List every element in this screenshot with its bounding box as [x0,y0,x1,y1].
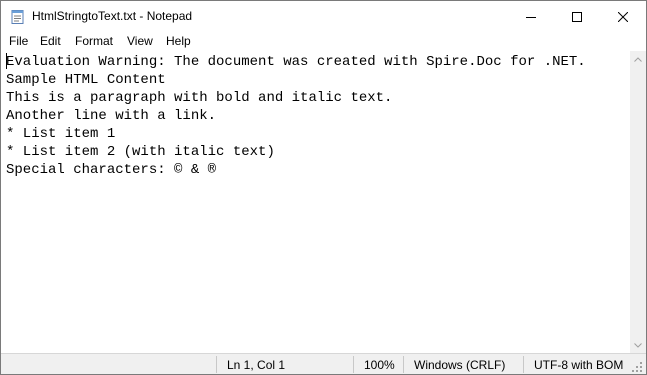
file-encoding: UTF-8 with BOM [534,358,624,372]
status-separator [353,356,354,373]
window-title: HtmlStringtoText.txt - Notepad [32,9,193,23]
scroll-down-button[interactable] [630,337,646,353]
editor-line: Another line with a link. [6,108,217,124]
editor-line: Evaluation Warning: The document was cre… [6,54,586,70]
chevron-up-icon [634,56,642,62]
text-caret [6,53,7,69]
editor-line: * List item 1 [6,126,116,142]
chevron-down-icon [634,342,642,348]
editor-line: This is a paragraph with bold and italic… [6,90,393,106]
menu-edit[interactable]: Edit [40,34,61,48]
editor-line: Special characters: © & ® [6,162,217,178]
cursor-position: Ln 1, Col 1 [227,358,286,372]
menu-help[interactable]: Help [166,34,191,48]
notepad-window: HtmlStringtoText.txt - Notepad File Edit… [0,0,647,375]
status-bar: Ln 1, Col 1 100% Windows (CRLF) UTF-8 wi… [1,353,646,374]
maximize-button[interactable] [554,1,600,32]
status-separator [523,356,524,373]
minimize-button[interactable] [508,1,554,32]
editor-line: Sample HTML Content [6,72,166,88]
vertical-scrollbar[interactable] [630,51,646,353]
scroll-up-button[interactable] [630,51,646,67]
close-button[interactable] [600,1,646,32]
close-icon [618,11,628,22]
status-separator [403,356,404,373]
editor-line: * List item 2 (with italic text) [6,144,275,160]
text-editor[interactable]: Evaluation Warning: The document was cre… [1,51,630,353]
resize-grip-icon[interactable] [631,360,643,372]
title-bar[interactable]: HtmlStringtoText.txt - Notepad [1,1,646,32]
line-ending: Windows (CRLF) [414,358,506,372]
menu-bar: File Edit Format View Help [1,32,646,51]
zoom-level: 100% [364,358,395,372]
status-separator [216,356,217,373]
menu-file[interactable]: File [9,34,28,48]
maximize-icon [572,11,582,22]
minimize-icon [526,16,536,18]
notepad-icon [10,9,26,25]
menu-view[interactable]: View [127,34,153,48]
menu-format[interactable]: Format [75,34,113,48]
